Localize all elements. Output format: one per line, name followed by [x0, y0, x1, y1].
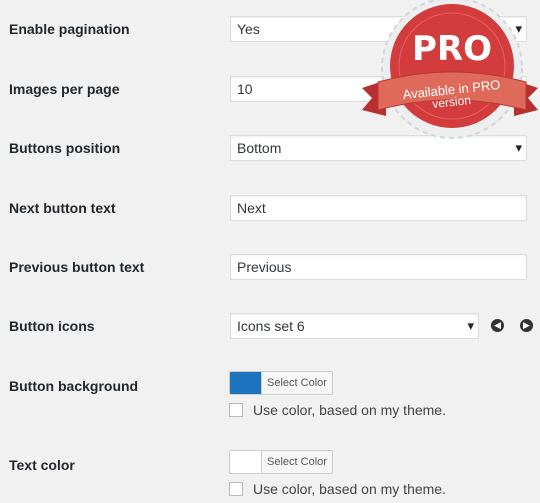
- chevron-right-icon[interactable]: ▶: [520, 319, 533, 332]
- pro-badge: PRO Available in PRO version: [362, 0, 538, 139]
- pro-badge-title: PRO: [412, 29, 492, 69]
- button-background-color-picker[interactable]: Select Color: [229, 371, 333, 395]
- button-background-theme-option: Use color, based on my theme.: [229, 402, 446, 418]
- select-color-label: Select Color: [267, 456, 327, 468]
- text-color-label: Text color: [9, 457, 75, 473]
- previous-button-text-input[interactable]: Previous: [230, 254, 527, 280]
- text-color-theme-label: Use color, based on my theme.: [253, 481, 446, 497]
- button-icons-value: Icons set 6: [237, 318, 305, 334]
- chevron-left-icon[interactable]: ◀: [491, 319, 504, 332]
- previous-button-text-value: Previous: [237, 259, 292, 275]
- text-color-swatch: [230, 451, 262, 473]
- text-color-color-picker[interactable]: Select Color: [229, 450, 333, 474]
- next-button-text-value: Next: [237, 200, 266, 216]
- next-button-text-input[interactable]: Next: [230, 195, 527, 221]
- buttons-position-label: Buttons position: [9, 140, 121, 156]
- button-background-theme-label: Use color, based on my theme.: [253, 402, 446, 418]
- text-color-theme-checkbox[interactable]: [229, 482, 243, 496]
- button-icons-select[interactable]: Icons set 6: [230, 313, 479, 339]
- select-color-label: Select Color: [267, 377, 327, 389]
- images-per-page-label: Images per page: [9, 81, 120, 97]
- next-button-text-label: Next button text: [9, 200, 116, 216]
- button-background-swatch: [230, 372, 262, 394]
- enable-pagination-label: Enable pagination: [9, 21, 130, 37]
- enable-pagination-value: Yes: [237, 21, 260, 37]
- button-icons-label: Button icons: [9, 318, 95, 334]
- images-per-page-value: 10: [237, 81, 253, 97]
- button-background-label: Button background: [9, 378, 139, 394]
- previous-button-text-label: Previous button text: [9, 259, 145, 275]
- buttons-position-value: Bottom: [237, 140, 282, 156]
- button-background-theme-checkbox[interactable]: [229, 403, 243, 417]
- text-color-theme-option: Use color, based on my theme.: [229, 481, 446, 497]
